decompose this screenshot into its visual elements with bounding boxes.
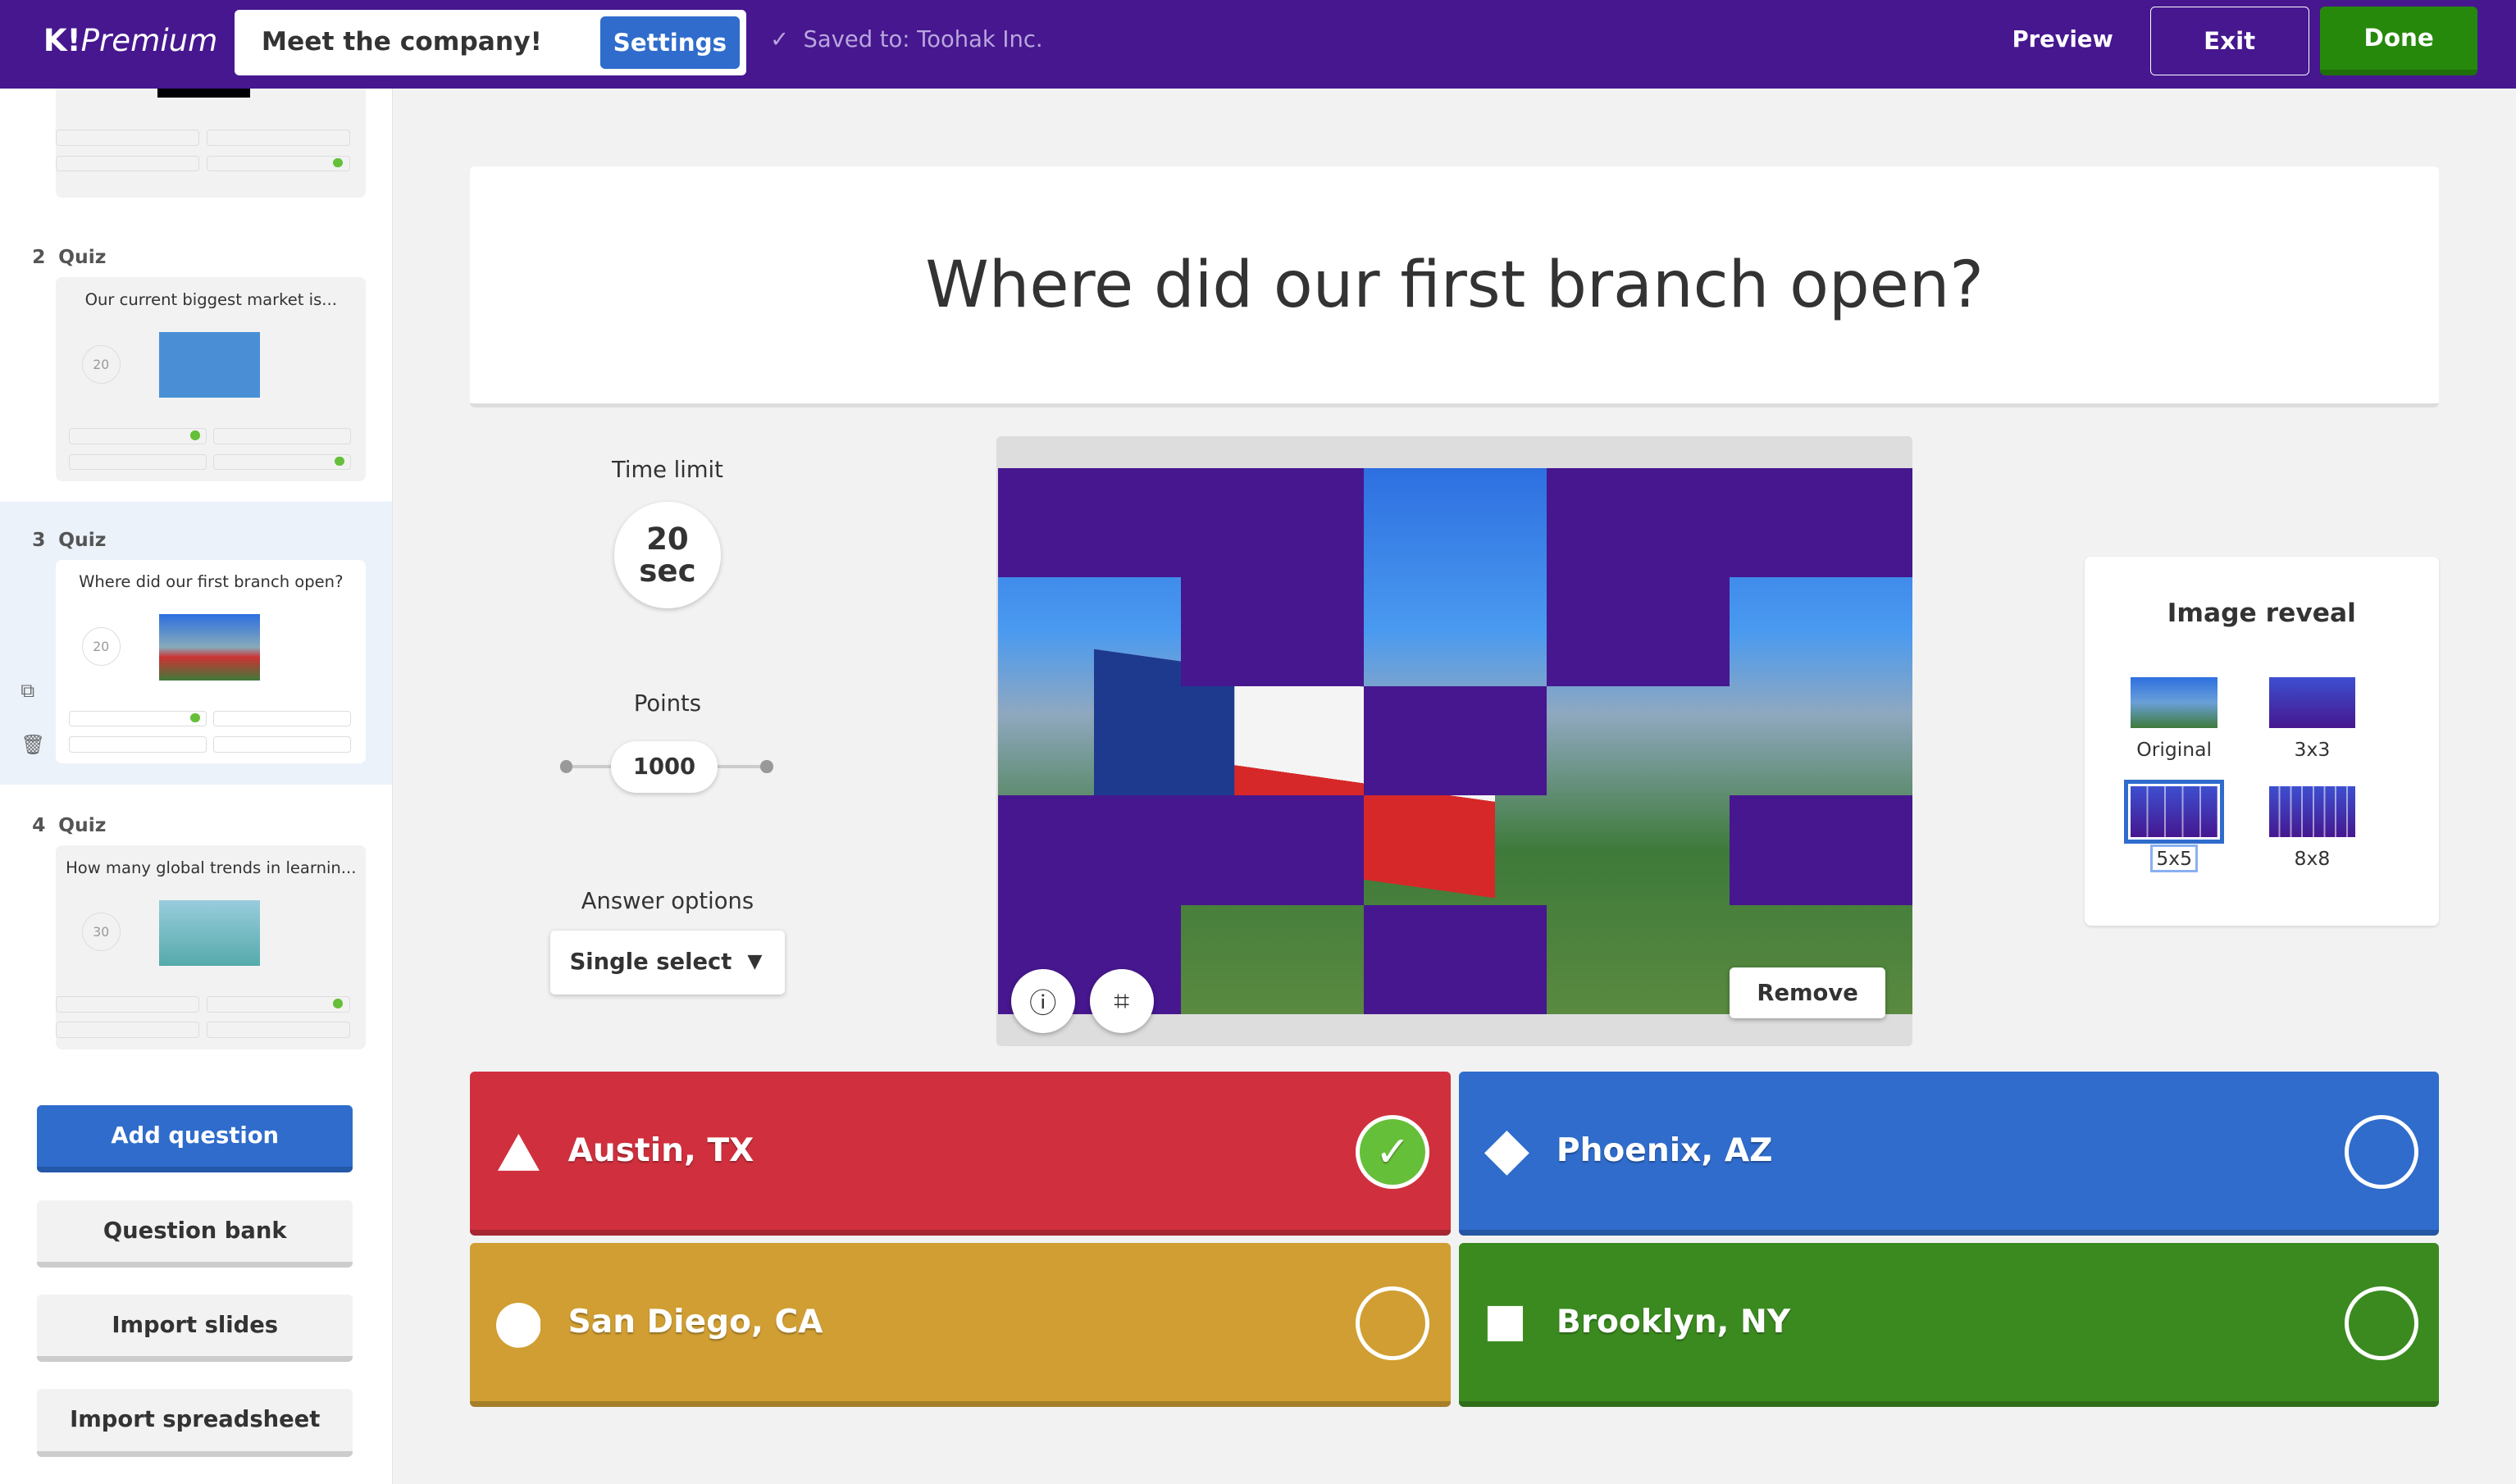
reveal-option-5x5[interactable]: 5x5 [2123,778,2225,873]
info-icon[interactable]: ⓘ [1010,968,1075,1034]
time-limit-label: Time limit [611,457,723,483]
done-button[interactable]: Done [2320,6,2477,75]
reveal-tile [998,468,1182,578]
question-image [998,468,1913,1014]
correct-answer-toggle[interactable]: ✓ [1356,1114,1430,1189]
answer-text[interactable]: Brooklyn, NY [1557,1304,1790,1341]
crop-image-icon[interactable]: ⌗ [1089,968,1154,1034]
exit-button[interactable]: Exit [2149,6,2309,75]
square-icon [1484,1303,1529,1348]
settings-button[interactable]: Settings [599,16,740,70]
answer-option-3[interactable]: San Diego, CA [470,1243,1451,1407]
world-map-thumbnail [158,332,260,398]
reveal-tile [998,795,1182,905]
reveal-tile [1181,577,1365,687]
reveal-tile [1547,468,1730,578]
reveal-tile [1730,468,1913,578]
slide-item-4[interactable]: 4 Quiz How many global trends in learnin.… [0,800,392,1057]
reveal-tile [1364,904,1547,1014]
remove-image-button[interactable]: Remove [1730,967,1885,1019]
answer-text[interactable]: San Diego, CA [568,1304,823,1341]
slide-card[interactable]: How many global trends in learnin... 30 [56,845,367,1049]
trash-icon[interactable]: 🗑 [21,733,45,756]
image-reveal-panel: Image reveal Original 3x3 5x5 8x8 [2084,556,2440,926]
learning-thumbnail [158,899,260,966]
logo: K!Premium [43,22,218,59]
answer-option-2[interactable]: Phoenix, AZ [1458,1072,2440,1236]
caret-down-icon: ▼ [747,949,763,973]
reveal-tile [1181,468,1365,578]
sidebar: 2 Quiz Our current biggest market is... 2… [0,88,394,1484]
answer-text[interactable]: Austin, TX [568,1132,754,1169]
question-input[interactable]: Where did our first branch open? [470,166,2440,407]
kahoot-title-field[interactable]: Meet the company! Settings [234,9,746,75]
kahoot-title[interactable]: Meet the company! [262,27,542,57]
reveal-tile [1181,795,1365,905]
slide-item-3[interactable]: 3 Quiz Where did our first branch open? 2… [0,502,393,785]
top-bar: K!Premium Meet the company! Settings ✓ S… [0,0,2516,89]
slide-card[interactable]: Where did our first branch open? 20 [56,559,367,764]
answer-options-dropdown[interactable]: Single select ▼ [550,930,785,995]
import-slides-button[interactable]: Import slides [37,1294,353,1363]
check-icon: ✓ [770,27,790,53]
reveal-option-3x3[interactable]: 3x3 [2264,676,2360,761]
triangle-icon [496,1131,541,1176]
media-area [996,436,1913,1046]
correct-answer-toggle[interactable] [1356,1286,1430,1361]
answer-options-label: Answer options [581,888,754,914]
slide-card-1[interactable] [56,88,367,198]
question-bank-button[interactable]: Question bank [37,1199,353,1268]
correct-answer-toggle[interactable] [2344,1114,2418,1189]
reveal-option-original[interactable]: Original [2126,676,2222,761]
save-status: ✓ Saved to: Toohak Inc. [770,27,1043,53]
reveal-option-8x8[interactable]: 8x8 [2264,785,2360,870]
answer-text[interactable]: Phoenix, AZ [1557,1132,1773,1169]
diamond-icon [1484,1131,1529,1177]
points-selector[interactable]: 1000 [611,740,718,793]
reveal-tile [1547,577,1730,687]
correct-answer-toggle[interactable] [2344,1286,2418,1361]
preview-button[interactable]: Preview [2012,27,2113,52]
duplicate-icon[interactable]: ⧉ [21,679,34,702]
add-question-button[interactable]: Add question [37,1105,353,1173]
circle-icon [495,1302,541,1348]
answer-option-1[interactable]: Austin, TX ✓ [470,1072,1451,1236]
import-spreadsheet-button[interactable]: Import spreadsheet [37,1389,353,1457]
slide-card[interactable]: Our current biggest market is... 20 [56,277,367,481]
reveal-tile [1730,795,1913,905]
reveal-tile [1364,686,1547,796]
austin-thumbnail [158,614,260,681]
slide-item-2[interactable]: 2 Quiz Our current biggest market is... 2… [0,233,392,489]
thumbnail [157,88,251,98]
points-label: Points [633,691,702,717]
answer-option-4[interactable]: Brooklyn, NY [1458,1243,2440,1407]
time-limit-selector[interactable]: 20 sec [614,502,721,608]
